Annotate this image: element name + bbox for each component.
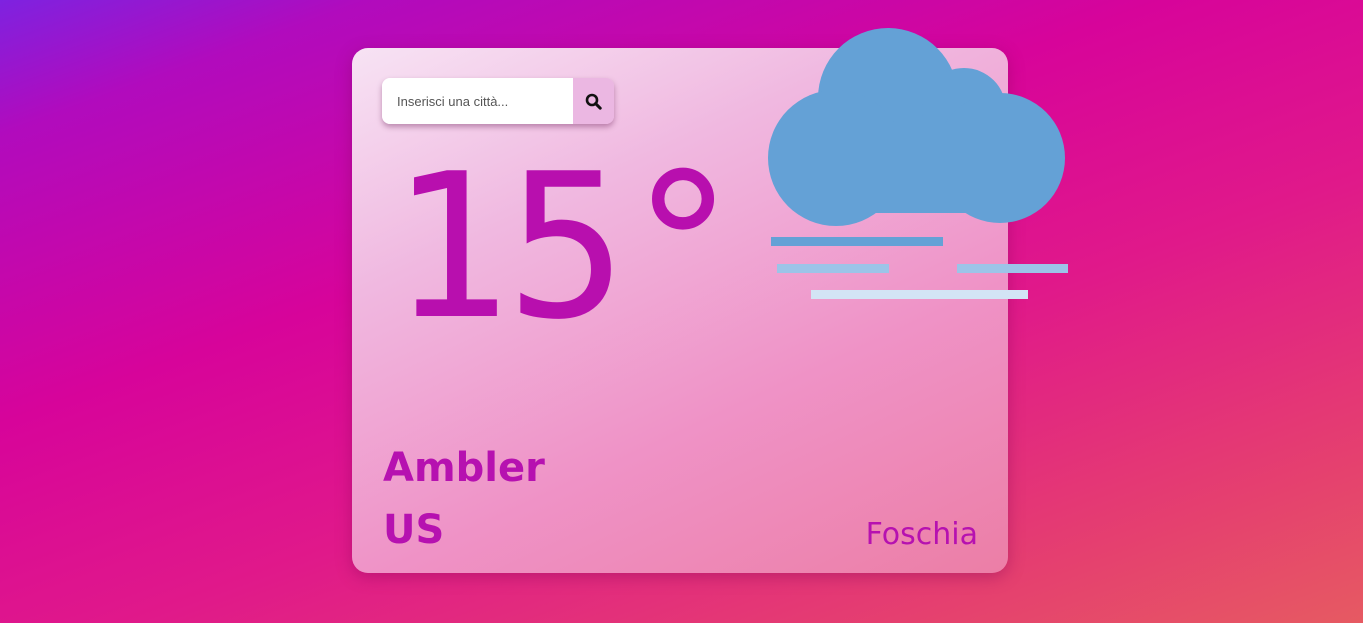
city-name: Ambler xyxy=(383,445,545,491)
search-icon xyxy=(585,93,602,110)
weather-condition: Foschia xyxy=(865,517,978,552)
city-search-input[interactable] xyxy=(382,78,573,124)
fog-cloud-icon xyxy=(768,28,1068,299)
cloud-shape xyxy=(768,28,1065,226)
fog-lines xyxy=(771,237,1068,299)
search-bar xyxy=(382,78,614,124)
search-button[interactable] xyxy=(573,78,614,124)
country-code: US xyxy=(383,507,445,553)
temperature-value: 15° xyxy=(390,131,743,364)
